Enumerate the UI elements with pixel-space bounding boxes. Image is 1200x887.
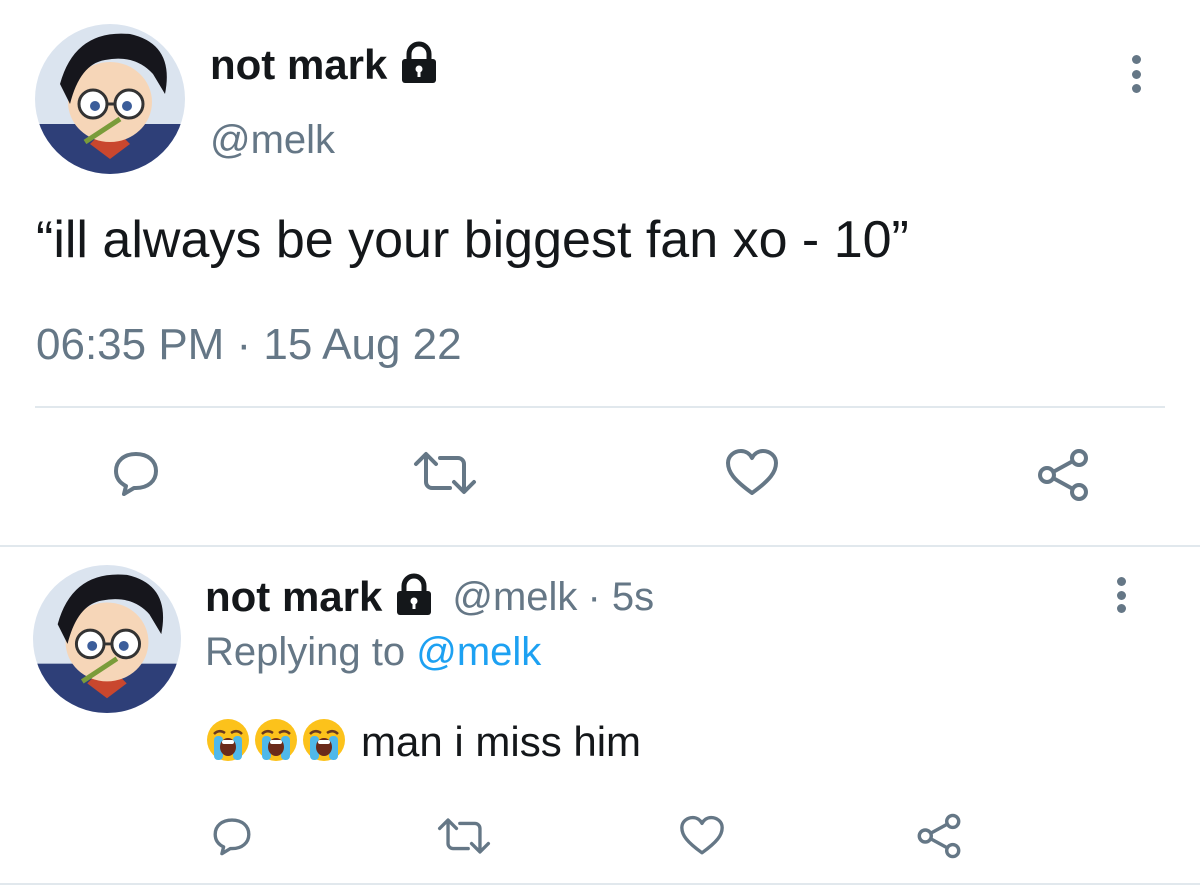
reply-age: · 5s [587, 574, 655, 619]
replying-to-link[interactable]: @melk [416, 630, 541, 674]
more-options-icon[interactable] [1131, 55, 1141, 93]
reply-text: man i miss him [361, 718, 642, 765]
section-divider [0, 545, 1200, 547]
reply-avatar[interactable] [33, 565, 181, 713]
reply-icon [213, 818, 251, 856]
heart-icon [726, 449, 778, 495]
lock-icon [397, 41, 441, 90]
retweet-button[interactable] [410, 445, 480, 501]
lock-icon [392, 573, 436, 622]
tweet-display-name[interactable]: not mark [210, 41, 387, 89]
reply-icon [114, 452, 158, 496]
tweet-timestamp[interactable]: 06:35 PM · 15 Aug 22 [36, 320, 462, 370]
reply-handle[interactable]: @melk [452, 575, 577, 620]
retweet-icon [437, 818, 491, 854]
loudly-crying-face-icon [301, 717, 347, 768]
loudly-crying-face-icon [205, 717, 251, 768]
tweet-avatar[interactable] [35, 24, 185, 174]
replying-to-label: Replying to [205, 630, 406, 674]
like-button[interactable] [676, 812, 728, 860]
tweet-handle[interactable]: @melk [210, 118, 335, 163]
divider [35, 406, 1165, 408]
retweet-icon [414, 452, 476, 494]
heart-icon [680, 815, 724, 855]
loudly-crying-face-icon [253, 717, 299, 768]
reply-display-name[interactable]: not mark [205, 573, 382, 621]
share-button[interactable] [913, 810, 965, 862]
share-button[interactable] [1033, 445, 1093, 505]
retweet-button[interactable] [434, 812, 494, 860]
like-button[interactable] [722, 445, 782, 501]
share-icon [1038, 449, 1088, 501]
reply-button[interactable] [108, 445, 164, 501]
share-icon [917, 813, 961, 859]
more-options-icon[interactable] [1116, 577, 1126, 613]
tweet-text: “ill always be your biggest fan xo - 10” [36, 211, 909, 269]
bottom-divider [0, 883, 1200, 885]
reply-button[interactable] [208, 812, 256, 860]
